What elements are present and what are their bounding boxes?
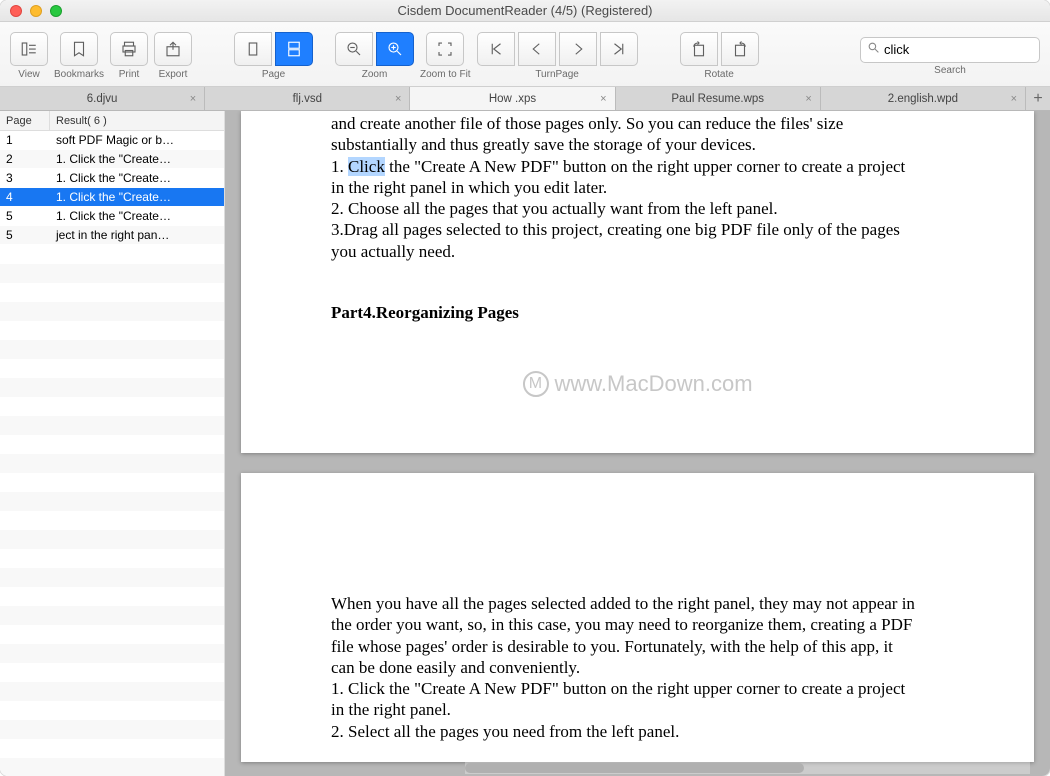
next-page-button[interactable] xyxy=(559,32,597,66)
page-label: Page xyxy=(262,69,285,80)
doc-text: in the right panel. xyxy=(331,699,944,720)
search-results-sidebar: Page Result( 6 ) 1 soft PDF Magic or b… … xyxy=(0,111,225,776)
view-button[interactable] xyxy=(10,32,48,66)
tab-2english[interactable]: 2.english.wpd × xyxy=(821,87,1026,110)
scrollbar-thumb[interactable] xyxy=(465,763,804,773)
turnpage-label: TurnPage xyxy=(535,69,579,80)
titlebar: Cisdem DocumentReader (4/5) (Registered) xyxy=(0,0,1050,22)
zoom-in-button[interactable] xyxy=(376,32,414,66)
doc-text: can be done easily and conveniently. xyxy=(331,657,944,678)
col-result-header[interactable]: Result( 6 ) xyxy=(50,111,224,130)
close-icon[interactable]: × xyxy=(805,93,811,105)
result-row[interactable]: 4 1. Click the "Create… xyxy=(0,188,224,207)
results-list: 1 soft PDF Magic or b… 2 1. Click the "C… xyxy=(0,131,224,245)
bookmarks-label: Bookmarks xyxy=(54,69,104,80)
doc-text: 1. Click the "Create A New PDF" button o… xyxy=(331,156,944,177)
search-icon xyxy=(867,41,880,59)
toolbar: View Bookmarks Print Ex xyxy=(0,22,1050,87)
document-page: and create another file of those pages o… xyxy=(241,111,1034,453)
prev-page-button[interactable] xyxy=(518,32,556,66)
zoom-out-button[interactable] xyxy=(335,32,373,66)
tab-howxps[interactable]: How .xps × xyxy=(410,87,615,110)
doc-text: 2. Choose all the pages that you actuall… xyxy=(331,198,944,219)
doc-text: substantially and thus greatly save the … xyxy=(331,134,944,155)
rotate-right-button[interactable] xyxy=(721,32,759,66)
print-label: Print xyxy=(119,69,140,80)
result-row[interactable]: 1 soft PDF Magic or b… xyxy=(0,131,224,150)
doc-text: When you have all the pages selected add… xyxy=(331,593,944,614)
search-highlight: Click xyxy=(348,157,385,176)
doc-text: and create another file of those pages o… xyxy=(331,113,944,134)
close-icon[interactable]: × xyxy=(395,93,401,105)
new-tab-button[interactable]: + xyxy=(1026,87,1050,110)
doc-text: the order you want, so, in this case, yo… xyxy=(331,614,944,635)
bookmarks-button[interactable] xyxy=(60,32,98,66)
zoom-label: Zoom xyxy=(362,69,388,80)
rotate-label: Rotate xyxy=(704,69,733,80)
result-row[interactable]: 5 ject in the right pan… xyxy=(0,226,224,245)
sidebar-empty-area xyxy=(0,245,224,776)
tab-strip: 6.djvu × flj.vsd × How .xps × Paul Resum… xyxy=(0,87,1050,111)
tab-paulresume[interactable]: Paul Resume.wps × xyxy=(616,87,821,110)
tab-label: Paul Resume.wps xyxy=(671,93,764,105)
tab-label: flj.vsd xyxy=(293,93,322,105)
search-label: Search xyxy=(934,65,966,76)
document-page: When you have all the pages selected add… xyxy=(241,473,1034,762)
doc-heading: Part4.Reorganizing Pages xyxy=(331,302,944,323)
result-row[interactable]: 3 1. Click the "Create… xyxy=(0,169,224,188)
result-row[interactable]: 5 1. Click the "Create… xyxy=(0,207,224,226)
doc-text: in the right panel in which you edit lat… xyxy=(331,177,944,198)
export-label: Export xyxy=(159,69,188,80)
horizontal-scrollbar[interactable] xyxy=(465,762,1030,774)
tab-label: How .xps xyxy=(489,93,536,105)
doc-text: file whose pages' order is desirable to … xyxy=(331,636,944,657)
export-button[interactable] xyxy=(154,32,192,66)
tab-label: 6.djvu xyxy=(87,93,118,105)
close-icon[interactable]: × xyxy=(190,93,196,105)
search-field[interactable]: ✕ xyxy=(860,37,1040,63)
tab-fljvsd[interactable]: flj.vsd × xyxy=(205,87,410,110)
rotate-left-button[interactable] xyxy=(680,32,718,66)
first-page-button[interactable] xyxy=(477,32,515,66)
doc-text: you actually need. xyxy=(331,241,944,262)
document-viewport[interactable]: and create another file of those pages o… xyxy=(225,111,1050,776)
zoom-window-button[interactable] xyxy=(50,5,62,17)
window-title: Cisdem DocumentReader (4/5) (Registered) xyxy=(0,3,1050,18)
close-window-button[interactable] xyxy=(10,5,22,17)
view-label: View xyxy=(18,69,40,80)
page-single-button[interactable] xyxy=(234,32,272,66)
page-continuous-button[interactable] xyxy=(275,32,313,66)
tab-6djvu[interactable]: 6.djvu × xyxy=(0,87,205,110)
print-button[interactable] xyxy=(110,32,148,66)
search-input[interactable] xyxy=(884,42,1050,57)
close-icon[interactable]: × xyxy=(600,93,606,105)
minimize-window-button[interactable] xyxy=(30,5,42,17)
zoom-to-fit-button[interactable] xyxy=(426,32,464,66)
result-row[interactable]: 2 1. Click the "Create… xyxy=(0,150,224,169)
zoom-to-fit-label: Zoom to Fit xyxy=(420,69,471,80)
doc-text: 2. Select all the pages you need from th… xyxy=(331,721,944,742)
col-page-header[interactable]: Page xyxy=(0,111,50,130)
last-page-button[interactable] xyxy=(600,32,638,66)
doc-text: 1. Click the "Create A New PDF" button o… xyxy=(331,678,944,699)
doc-text: 3.Drag all pages selected to this projec… xyxy=(331,219,944,240)
close-icon[interactable]: × xyxy=(1011,93,1017,105)
tab-label: 2.english.wpd xyxy=(888,93,958,105)
